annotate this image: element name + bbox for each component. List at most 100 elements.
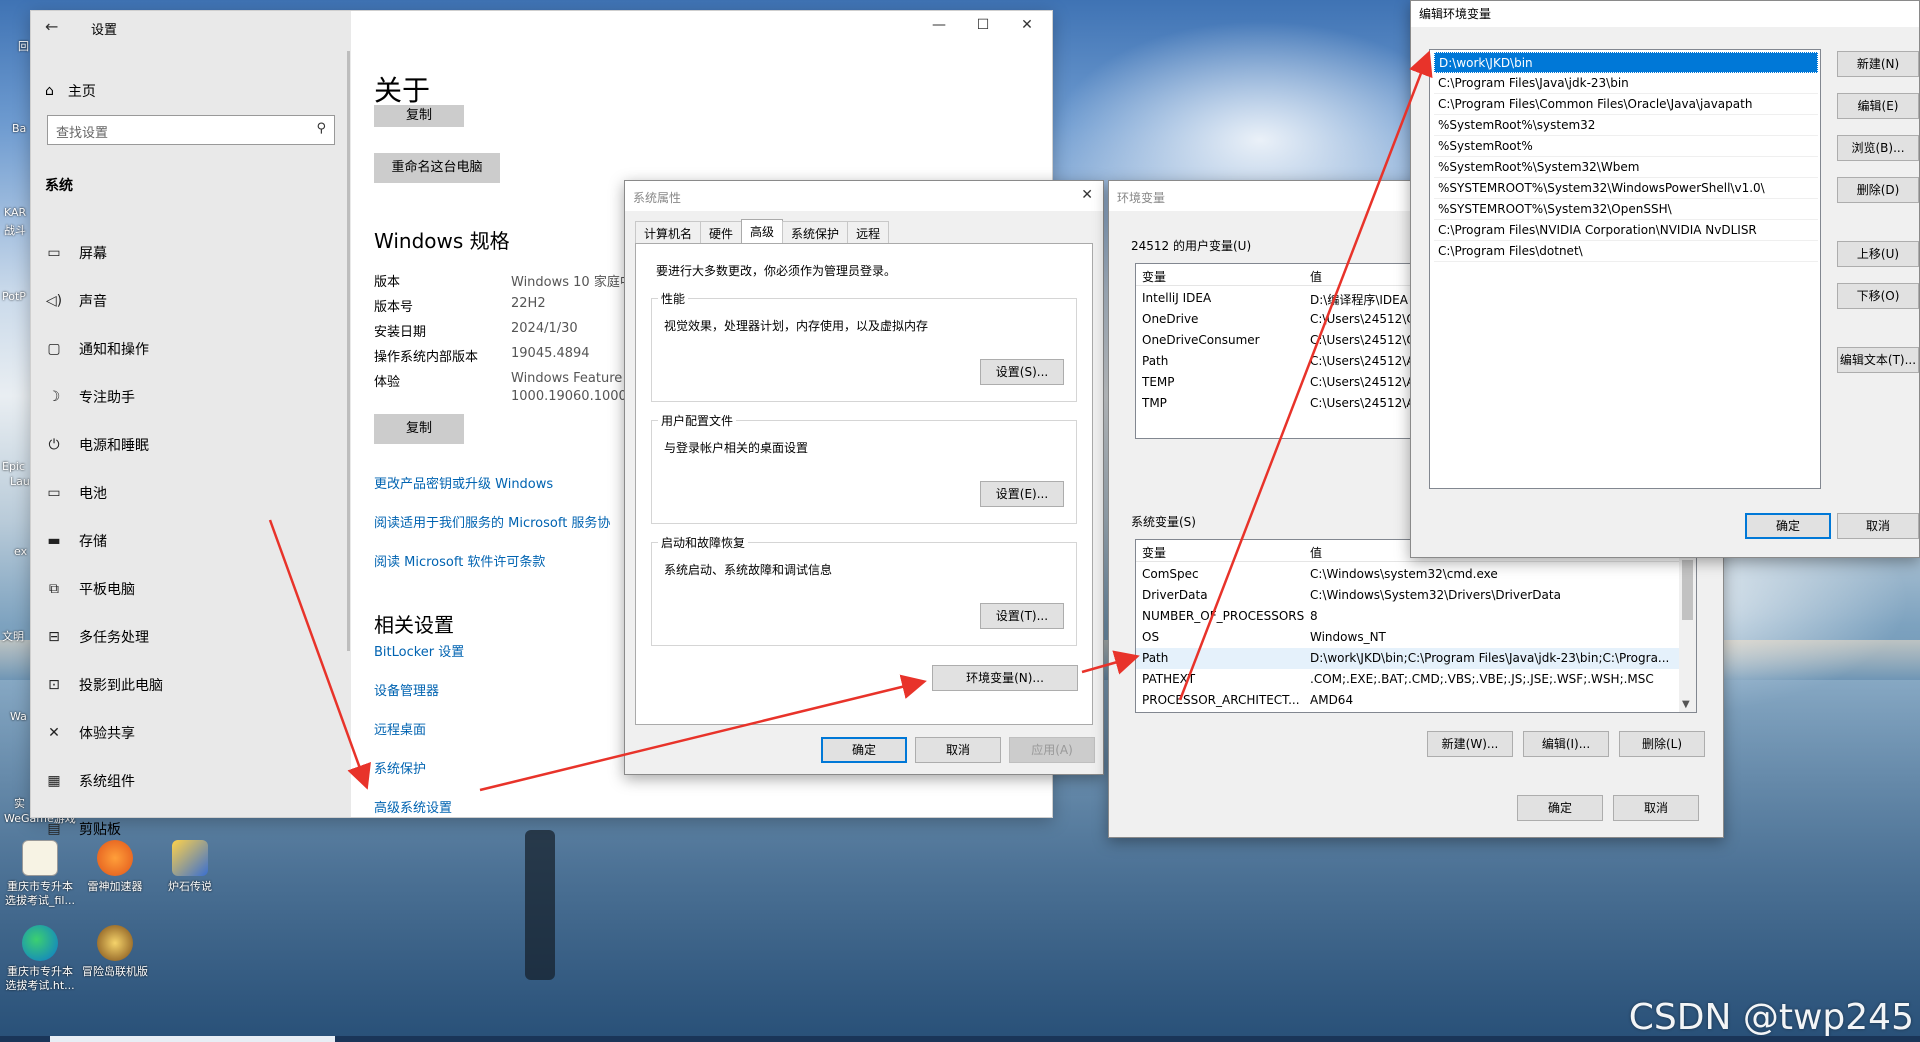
device-manager-link[interactable]: 设备管理器: [374, 680, 439, 699]
monitor-icon: ▭: [47, 245, 61, 261]
browse-path-button[interactable]: 浏览(B)...: [1837, 135, 1919, 161]
delete-system-variable-button[interactable]: 删除(L): [1619, 731, 1705, 757]
spec-key: 版本号: [374, 300, 414, 315]
sidebar-scrollbar[interactable]: [347, 51, 350, 651]
rename-pc-button[interactable]: 重命名这台电脑: [374, 153, 500, 183]
path-entry[interactable]: %SystemRoot%\system32: [1434, 115, 1818, 136]
path-entry[interactable]: %SYSTEMROOT%\System32\WindowsPowerShell\…: [1434, 178, 1818, 199]
new-system-variable-button[interactable]: 新建(W)...: [1427, 731, 1513, 757]
remote-desktop-link[interactable]: 远程桌面: [374, 719, 426, 738]
cancel-button[interactable]: 取消: [915, 737, 1001, 763]
edit-text-button[interactable]: 编辑文本(T)...: [1837, 347, 1919, 373]
spec-key: 安装日期: [374, 325, 427, 340]
share-icon: ✕: [48, 725, 60, 741]
edit-path-button[interactable]: 编辑(E): [1837, 93, 1919, 119]
new-path-button[interactable]: 新建(N): [1837, 51, 1919, 77]
hearthstone-icon: [172, 840, 208, 876]
sidebar-item-focus-assist[interactable]: ☽ 专注助手: [45, 373, 163, 421]
advanced-system-settings-link[interactable]: 高级系统设置: [374, 797, 452, 816]
cancel-button[interactable]: 取消: [1837, 513, 1919, 539]
sidebar-item-display[interactable]: ▭ 屏幕: [45, 229, 163, 277]
spec-value: 19045.4894: [511, 346, 590, 361]
group-label: 性能: [658, 290, 689, 307]
path-entries-list[interactable]: D:\work\JKD\bin C:\Program Files\Java\jd…: [1429, 49, 1821, 489]
list-scrollbar[interactable]: ▼: [1679, 540, 1696, 712]
table-row[interactable]: PROCESSOR_ARCHITECT... AMD64: [1136, 690, 1696, 711]
dialog-title: 系统属性: [625, 181, 1103, 211]
search-icon: ⚲: [316, 121, 326, 136]
tab-system-protection[interactable]: 系统保护: [782, 221, 849, 243]
move-up-button[interactable]: 上移(U): [1837, 241, 1919, 267]
system-variables-list[interactable]: 变量 值 ComSpec C:\Windows\system32\cmd.exe …: [1135, 539, 1697, 713]
related-settings-heading: 相关设置: [374, 613, 454, 637]
settings-search-input[interactable]: 查找设置 ⚲: [47, 115, 335, 145]
performance-settings-button[interactable]: 设置(S)...: [980, 359, 1064, 385]
delete-path-button[interactable]: 删除(D): [1837, 177, 1919, 203]
desktop-icon[interactable]: 冒险岛联机版: [75, 925, 155, 979]
startup-recovery-settings-button[interactable]: 设置(T)...: [980, 603, 1064, 629]
sidebar-item-power[interactable]: ⏻ 电源和睡眠: [45, 421, 163, 469]
sidebar-item-battery[interactable]: ▭ 电池: [45, 469, 163, 517]
path-entry[interactable]: C:\Program Files\dotnet\: [1434, 241, 1818, 262]
sidebar-home[interactable]: ⌂ 主页: [45, 81, 96, 101]
path-entry[interactable]: %SYSTEMROOT%\System32\OpenSSH\: [1434, 199, 1818, 220]
sidebar-item-storage[interactable]: ▬ 存储: [45, 517, 163, 565]
row-value: C:\Windows\system32\cmd.exe: [1310, 567, 1498, 581]
table-row-selected[interactable]: Path D:\work\JKD\bin;C:\Program Files\Jav…: [1136, 648, 1696, 669]
ok-button[interactable]: 确定: [1745, 513, 1831, 539]
chevron-down-icon[interactable]: ▼: [1682, 699, 1690, 710]
sidebar-item-tablet[interactable]: ⧉ 平板电脑: [45, 565, 163, 613]
copy-button[interactable]: 复制: [374, 105, 464, 127]
edge-browser-icon: [22, 925, 58, 961]
close-icon[interactable]: ✕: [1081, 187, 1093, 203]
bitlocker-link[interactable]: BitLocker 设置: [374, 641, 464, 660]
sidebar-item-multitasking[interactable]: ⊟ 多任务处理: [45, 613, 163, 661]
license-terms-link[interactable]: 阅读 Microsoft 软件许可条款: [374, 551, 545, 570]
table-row[interactable]: PATHEXT .COM;.EXE;.BAT;.CMD;.VBS;.VBE;.JS…: [1136, 669, 1696, 690]
ok-button[interactable]: 确定: [821, 737, 907, 763]
apply-button[interactable]: 应用(A): [1009, 737, 1095, 763]
row-value: Windows_NT: [1310, 630, 1386, 644]
sidebar-item-shared-experiences[interactable]: ✕ 体验共享: [45, 709, 163, 757]
sidebar-item-clipboard[interactable]: ▤ 剪贴板: [45, 805, 163, 853]
tab-advanced[interactable]: 高级: [741, 219, 784, 243]
path-entry[interactable]: C:\Program Files\Java\jdk-23\bin: [1434, 73, 1818, 94]
path-entry[interactable]: %SystemRoot%: [1434, 136, 1818, 157]
sidebar-item-sound[interactable]: ◁) 声音: [45, 277, 163, 325]
components-icon: ▦: [47, 773, 61, 789]
sidebar-item-label: 屏幕: [79, 246, 107, 262]
table-row[interactable]: DriverData C:\Windows\System32\Drivers\Dr…: [1136, 585, 1696, 606]
path-entry[interactable]: C:\Program Files\Common Files\Oracle\Jav…: [1434, 94, 1818, 115]
services-agreement-link[interactable]: 阅读适用于我们服务的 Microsoft 服务协: [374, 512, 610, 531]
desktop-icon[interactable]: 重庆市专升本 选拔考试.ht...: [0, 925, 80, 993]
table-row[interactable]: NUMBER_OF_PROCESSORS 8: [1136, 606, 1696, 627]
ok-button[interactable]: 确定: [1517, 795, 1603, 821]
system-protection-link[interactable]: 系统保护: [374, 758, 426, 777]
sidebar-item-notifications[interactable]: ▢ 通知和操作: [45, 325, 163, 373]
tab-remote[interactable]: 远程: [847, 221, 890, 243]
user-profiles-settings-button[interactable]: 设置(E)...: [980, 481, 1064, 507]
path-entry-selected[interactable]: D:\work\JKD\bin: [1434, 52, 1818, 73]
path-entry[interactable]: %SystemRoot%\System32\Wbem: [1434, 157, 1818, 178]
move-down-button[interactable]: 下移(O): [1837, 283, 1919, 309]
startup-recovery-group: 启动和故障恢复 系统启动、系统故障和调试信息 设置(T)...: [651, 534, 1077, 646]
environment-variables-button[interactable]: 环境变量(N)...: [932, 665, 1078, 691]
back-arrow-icon[interactable]: ←: [45, 17, 58, 36]
change-product-key-link[interactable]: 更改产品密钥或升级 Windows: [374, 473, 553, 492]
desktop-edge-label: KAR: [4, 206, 27, 219]
table-row[interactable]: ComSpec C:\Windows\system32\cmd.exe: [1136, 564, 1696, 585]
sidebar-nav: ▭ 屏幕 ◁) 声音 ▢ 通知和操作 ☽ 专注助手 ⏻ 电源和睡眠 ▭ 电池 ▬ 存储 ⧉ 平板…: [45, 229, 163, 853]
copy-button[interactable]: 复制: [374, 414, 464, 444]
sidebar-item-projecting[interactable]: ⊡ 投影到此电脑: [45, 661, 163, 709]
edit-system-variable-button[interactable]: 编辑(I)...: [1523, 731, 1609, 757]
group-description: 系统启动、系统故障和调试信息: [664, 563, 833, 577]
tab-hardware[interactable]: 硬件: [700, 221, 743, 243]
table-row[interactable]: OS Windows_NT: [1136, 627, 1696, 648]
scrollbar-thumb[interactable]: [1682, 560, 1693, 620]
path-entry[interactable]: C:\Program Files\NVIDIA Corporation\NVID…: [1434, 220, 1818, 241]
sidebar-item-components[interactable]: ▦ 系统组件: [45, 757, 163, 805]
spec-value: Windows 10 家庭中: [511, 275, 633, 290]
cancel-button[interactable]: 取消: [1613, 795, 1699, 821]
row-variable: OneDriveConsumer: [1142, 333, 1260, 347]
tab-computer-name[interactable]: 计算机名: [635, 221, 702, 243]
